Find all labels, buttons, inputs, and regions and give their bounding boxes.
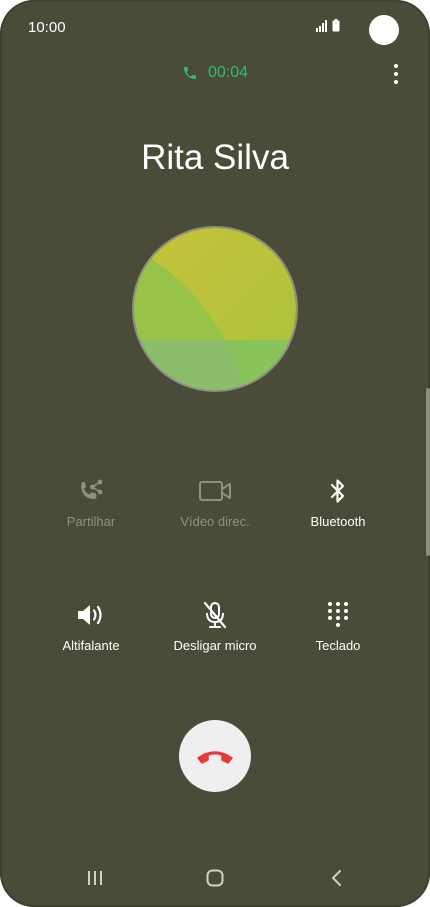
speaker-label: Altifalante (62, 638, 120, 653)
contact-avatar (132, 226, 298, 392)
bluetooth-label: Bluetooth (310, 514, 366, 529)
end-call-button[interactable] (179, 720, 251, 792)
video-camera-icon (199, 481, 231, 501)
more-dot (394, 72, 398, 76)
contact-name: Rita Silva (141, 138, 289, 177)
keypad-icon (328, 602, 348, 627)
mic-off-icon (203, 601, 227, 629)
battery-icon (332, 19, 340, 32)
mute-label: Desligar micro (173, 638, 257, 653)
more-options-button[interactable] (388, 64, 404, 84)
side-button (426, 388, 430, 556)
share-label: Partilhar (66, 514, 116, 529)
call-duration: 00:04 (207, 64, 249, 81)
keypad-button[interactable]: Teclado (268, 600, 408, 653)
end-call-icon (197, 751, 233, 764)
keypad-label: Teclado (315, 638, 361, 653)
back-icon (332, 870, 341, 886)
share-call-icon (81, 479, 103, 499)
status-time: 10:00 (28, 19, 66, 36)
home-button[interactable] (195, 863, 235, 893)
recents-icon (88, 871, 102, 885)
signal-icon (316, 19, 327, 32)
video-call-button[interactable]: Vídeo direc. (145, 476, 285, 529)
home-icon (206, 869, 224, 887)
back-button[interactable] (316, 863, 356, 893)
status-icons (316, 19, 340, 32)
avatar-pattern (134, 228, 296, 390)
phone-icon (183, 67, 196, 79)
bluetooth-icon (330, 479, 345, 503)
navigation-bar (0, 863, 430, 893)
call-timer: 00:04 (0, 64, 430, 82)
camera-cutout (369, 15, 399, 45)
mute-button[interactable]: Desligar micro (145, 600, 285, 653)
share-button[interactable]: Partilhar (21, 476, 161, 529)
video-label: Vídeo direc. (180, 514, 250, 529)
recents-button[interactable] (75, 863, 115, 893)
speaker-button[interactable]: Altifalante (21, 600, 161, 653)
call-screen: 10:00 00:04 Rita Silva Partilhar Vídeo d… (0, 0, 430, 907)
more-dot (394, 64, 398, 68)
speaker-icon (78, 605, 102, 625)
more-dot (394, 80, 398, 84)
bluetooth-button[interactable]: Bluetooth (268, 476, 408, 529)
